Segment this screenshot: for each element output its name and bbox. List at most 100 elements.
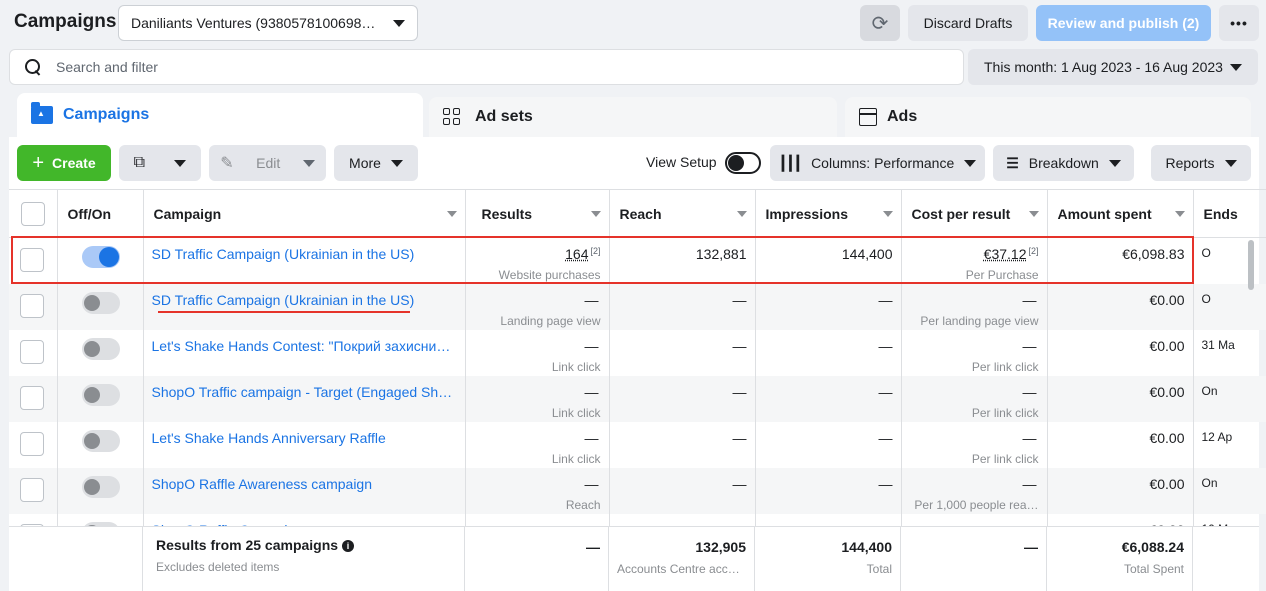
chevron-down-icon	[390, 159, 403, 167]
column-header-amount-spent[interactable]: Amount spent	[1047, 189, 1194, 238]
totals-reach: 132,905 Accounts Centre acco…	[609, 527, 755, 591]
row-checkbox[interactable]	[20, 477, 44, 502]
edit-button[interactable]: ✎ Edit	[209, 145, 326, 181]
column-header-offon[interactable]: Off/On	[57, 189, 144, 238]
more-label: More	[349, 155, 381, 171]
campaign-name-link[interactable]: SD Traffic Campaign (Ukrainian in the US…	[152, 244, 457, 262]
chevron-down-icon[interactable]	[302, 159, 315, 167]
campaign-toggle[interactable]	[81, 383, 120, 406]
columns-button[interactable]: ┃┃┃ Columns: Performance	[770, 145, 985, 181]
campaign-toggle[interactable]	[81, 291, 120, 314]
reports-button[interactable]: Reports	[1151, 145, 1251, 181]
review-and-publish-button[interactable]: Review and publish (2)	[1036, 5, 1211, 41]
results-type: Link click	[551, 359, 601, 374]
discard-drafts-button[interactable]: Discard Drafts	[908, 5, 1028, 41]
reach-cell: —	[609, 283, 756, 330]
column-header-cost-per-result[interactable]: Cost per result	[901, 189, 1048, 238]
results-value[interactable]: 164	[565, 246, 588, 262]
info-icon[interactable]: i	[342, 540, 355, 552]
campaign-name-cell: ShopO Raffle Awareness campaign	[143, 467, 466, 514]
campaign-name-link[interactable]: ShopO Traffic campaign - Target (Engaged…	[152, 382, 457, 400]
table-row[interactable]: Let's Shake Hands Contest: "Покрий захис…	[9, 329, 1266, 376]
page-title: Campaigns	[14, 11, 117, 32]
campaign-name-cell: SD Traffic Campaign (Ukrainian in the US…	[143, 283, 466, 330]
totals-row: Results from 25 campaigns i Excludes dele…	[9, 526, 1259, 591]
impressions-cell: —	[755, 329, 902, 376]
refresh-button[interactable]: ⟳	[860, 5, 900, 41]
campaign-name-link[interactable]: ShopO Raffle Awareness campaign	[152, 474, 457, 492]
sort-icon[interactable]	[1174, 211, 1185, 217]
impressions-value: 144,400	[841, 246, 893, 262]
search-input[interactable]: Search and filter	[56, 59, 158, 75]
tab-ad-sets[interactable]: Ad sets	[429, 97, 837, 137]
row-checkbox[interactable]	[20, 431, 44, 456]
cost-value: —	[1022, 475, 1037, 492]
campaign-toggle[interactable]	[81, 429, 120, 452]
reach-cell: —	[609, 421, 756, 468]
table-row[interactable]: SD Traffic Campaign (Ukrainian in the US…	[9, 283, 1266, 330]
columns-label: Columns: Performance	[811, 155, 955, 171]
view-setup-label: View Setup	[646, 154, 717, 170]
totals-label-text: Results from 25 campaigns	[156, 537, 339, 553]
top-bar: Campaigns Daniliants Ventures (938057810…	[0, 0, 1266, 46]
cost-cell: — Per link click	[901, 421, 1048, 468]
sort-icon[interactable]	[590, 211, 601, 217]
view-setup-toggle[interactable]	[725, 152, 761, 174]
sort-icon[interactable]	[1028, 211, 1039, 217]
column-header-reach[interactable]: Reach	[609, 189, 756, 238]
campaign-toggle[interactable]	[81, 246, 120, 268]
vertical-scrollbar[interactable]	[1248, 240, 1254, 290]
campaign-toggle[interactable]	[81, 337, 120, 360]
chevron-down-icon[interactable]	[174, 159, 187, 167]
cost-value[interactable]: €37.12	[984, 246, 1027, 262]
results-cell: 164 [2] Website purchases	[465, 237, 610, 284]
row-toggle-cell	[57, 237, 144, 284]
amount-value: €0.00	[1149, 383, 1185, 400]
ad-account-selector[interactable]: Daniliants Ventures (9380578100698…	[118, 5, 418, 41]
column-header-amount-label: Amount spent	[1057, 205, 1152, 222]
reach-cell: 132,881	[609, 237, 756, 284]
row-select-cell	[9, 421, 58, 468]
row-checkbox[interactable]	[20, 293, 44, 318]
table-row[interactable]: Let's Shake Hands Anniversary Raffle — Lin…	[9, 421, 1266, 468]
table-row[interactable]: SD Traffic Campaign (Ukrainian in the US…	[9, 237, 1266, 284]
totals-amount-sub: Total Spent	[1123, 562, 1184, 576]
campaigns-table: Off/On Campaign Results Reach Impression…	[9, 189, 1266, 560]
breakdown-label: Breakdown	[1028, 155, 1099, 171]
cost-cell: — Per link click	[901, 329, 1048, 376]
table-row[interactable]: ShopO Raffle Awareness campaign — Reach — — —…	[9, 467, 1266, 514]
cost-type: Per link click	[971, 451, 1039, 466]
column-header-campaign[interactable]: Campaign	[143, 189, 466, 238]
breakdown-button[interactable]: ☰ Breakdown	[993, 145, 1134, 181]
column-header-results[interactable]: Results	[465, 189, 610, 238]
create-button[interactable]: + Create	[17, 145, 111, 181]
search-bar[interactable]: Search and filter	[9, 49, 964, 85]
impressions-cell: 144,400	[755, 237, 902, 284]
tab-campaigns[interactable]: Campaigns	[17, 93, 423, 137]
row-checkbox[interactable]	[20, 248, 44, 272]
column-header-impressions[interactable]: Impressions	[755, 189, 902, 238]
tab-ads[interactable]: Ads	[845, 97, 1251, 137]
table-row[interactable]: ShopO Traffic campaign - Target (Engaged…	[9, 375, 1266, 422]
select-all-checkbox[interactable]	[21, 201, 45, 226]
sort-icon[interactable]	[446, 211, 457, 217]
row-checkbox[interactable]	[20, 385, 44, 410]
date-range-picker[interactable]: This month: 1 Aug 2023 - 16 Aug 2023	[968, 49, 1258, 85]
row-checkbox[interactable]	[20, 339, 44, 364]
row-select-cell	[9, 329, 58, 376]
campaign-name-link[interactable]: Let's Shake Hands Contest: "Покрий захис…	[152, 336, 457, 354]
amount-value: €0.00	[1149, 475, 1185, 492]
duplicate-button[interactable]: ⧉	[119, 145, 201, 181]
column-header-ends[interactable]: Ends	[1193, 189, 1266, 238]
campaign-toggle[interactable]	[81, 475, 120, 498]
more-options-button[interactable]: •••	[1219, 5, 1259, 41]
ends-cell: O	[1193, 237, 1266, 284]
table-header-row: Off/On Campaign Results Reach Impression…	[9, 189, 1266, 238]
more-button[interactable]: More	[334, 145, 418, 181]
campaign-name-cell: Let's Shake Hands Anniversary Raffle	[143, 421, 466, 468]
campaign-name-link[interactable]: Let's Shake Hands Anniversary Raffle	[152, 428, 457, 446]
sort-icon[interactable]	[736, 211, 747, 217]
campaign-name-link[interactable]: SD Traffic Campaign (Ukrainian in the US…	[152, 290, 457, 308]
sort-icon[interactable]	[882, 211, 893, 217]
ends-cell: O	[1193, 283, 1266, 330]
